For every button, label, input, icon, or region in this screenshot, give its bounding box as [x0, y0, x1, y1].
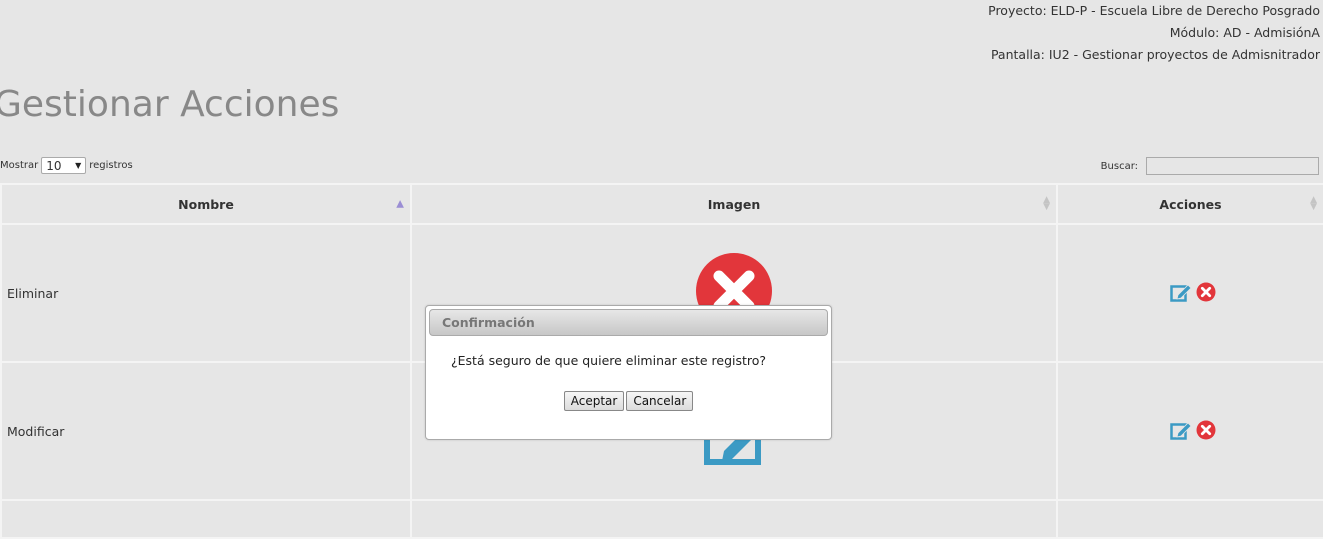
records-per-page-select[interactable]: 10 ▼	[41, 157, 87, 174]
project-label: Proyecto: ELD-P - Escuela Libre de Derec…	[988, 3, 1320, 18]
delete-icon[interactable]	[1196, 282, 1216, 302]
edit-icon[interactable]	[1169, 420, 1192, 440]
dialog-title: Confirmación	[442, 315, 535, 330]
header-info: Proyecto: ELD-P - Escuela Libre de Derec…	[988, 0, 1320, 66]
records-per-page-value: 10	[46, 158, 62, 173]
chevron-down-icon: ▼	[75, 161, 82, 170]
length-suffix-label: registros	[89, 160, 133, 171]
length-prefix-label: Mostrar	[0, 160, 39, 171]
column-header-imagen[interactable]: Imagen ▲ ▼	[410, 183, 1058, 225]
records-length-control: Mostrar 10 ▼ registros	[0, 157, 133, 174]
row-name-cell	[0, 499, 412, 539]
screen-label: Pantalla: IU2 - Gestionar proyectos de A…	[990, 47, 1320, 62]
column-header-acciones[interactable]: Acciones ▲ ▼	[1056, 183, 1323, 225]
confirmation-dialog: Confirmación ¿Está seguro de que quiere …	[425, 305, 832, 440]
row-actions-cell	[1056, 499, 1323, 539]
sort-ascending-icon: ▲	[396, 198, 404, 210]
dialog-button-bar: Aceptar Cancelar	[429, 391, 828, 411]
sort-both-icon: ▲ ▼	[1043, 195, 1050, 212]
row-name-cell: Eliminar	[0, 223, 412, 363]
page-title: Gestionar Acciones	[0, 84, 340, 125]
row-name-cell: Modificar	[0, 361, 412, 501]
edit-icon[interactable]	[1169, 282, 1192, 302]
search-label: Buscar:	[1100, 160, 1138, 172]
table-header-row: Nombre ▲ Imagen ▲ ▼ Acciones ▲ ▼	[0, 183, 1323, 225]
row-image-cell	[410, 499, 1058, 539]
row-actions-cell	[1056, 361, 1323, 501]
cancel-button[interactable]: Cancelar	[626, 391, 694, 411]
search-input[interactable]	[1146, 157, 1319, 175]
column-header-nombre[interactable]: Nombre ▲	[0, 183, 412, 225]
search-control: Buscar:	[1101, 157, 1319, 175]
row-actions-cell	[1056, 223, 1323, 363]
delete-icon[interactable]	[1196, 420, 1216, 440]
module-label: Módulo: AD - AdmisiónA	[1169, 25, 1320, 40]
accept-button[interactable]: Aceptar	[563, 391, 625, 411]
dialog-message: ¿Está seguro de que quiere eliminar este…	[451, 353, 767, 368]
table-row	[0, 499, 1323, 539]
sort-both-icon: ▲ ▼	[1310, 195, 1317, 212]
dialog-titlebar[interactable]: Confirmación	[429, 309, 828, 336]
